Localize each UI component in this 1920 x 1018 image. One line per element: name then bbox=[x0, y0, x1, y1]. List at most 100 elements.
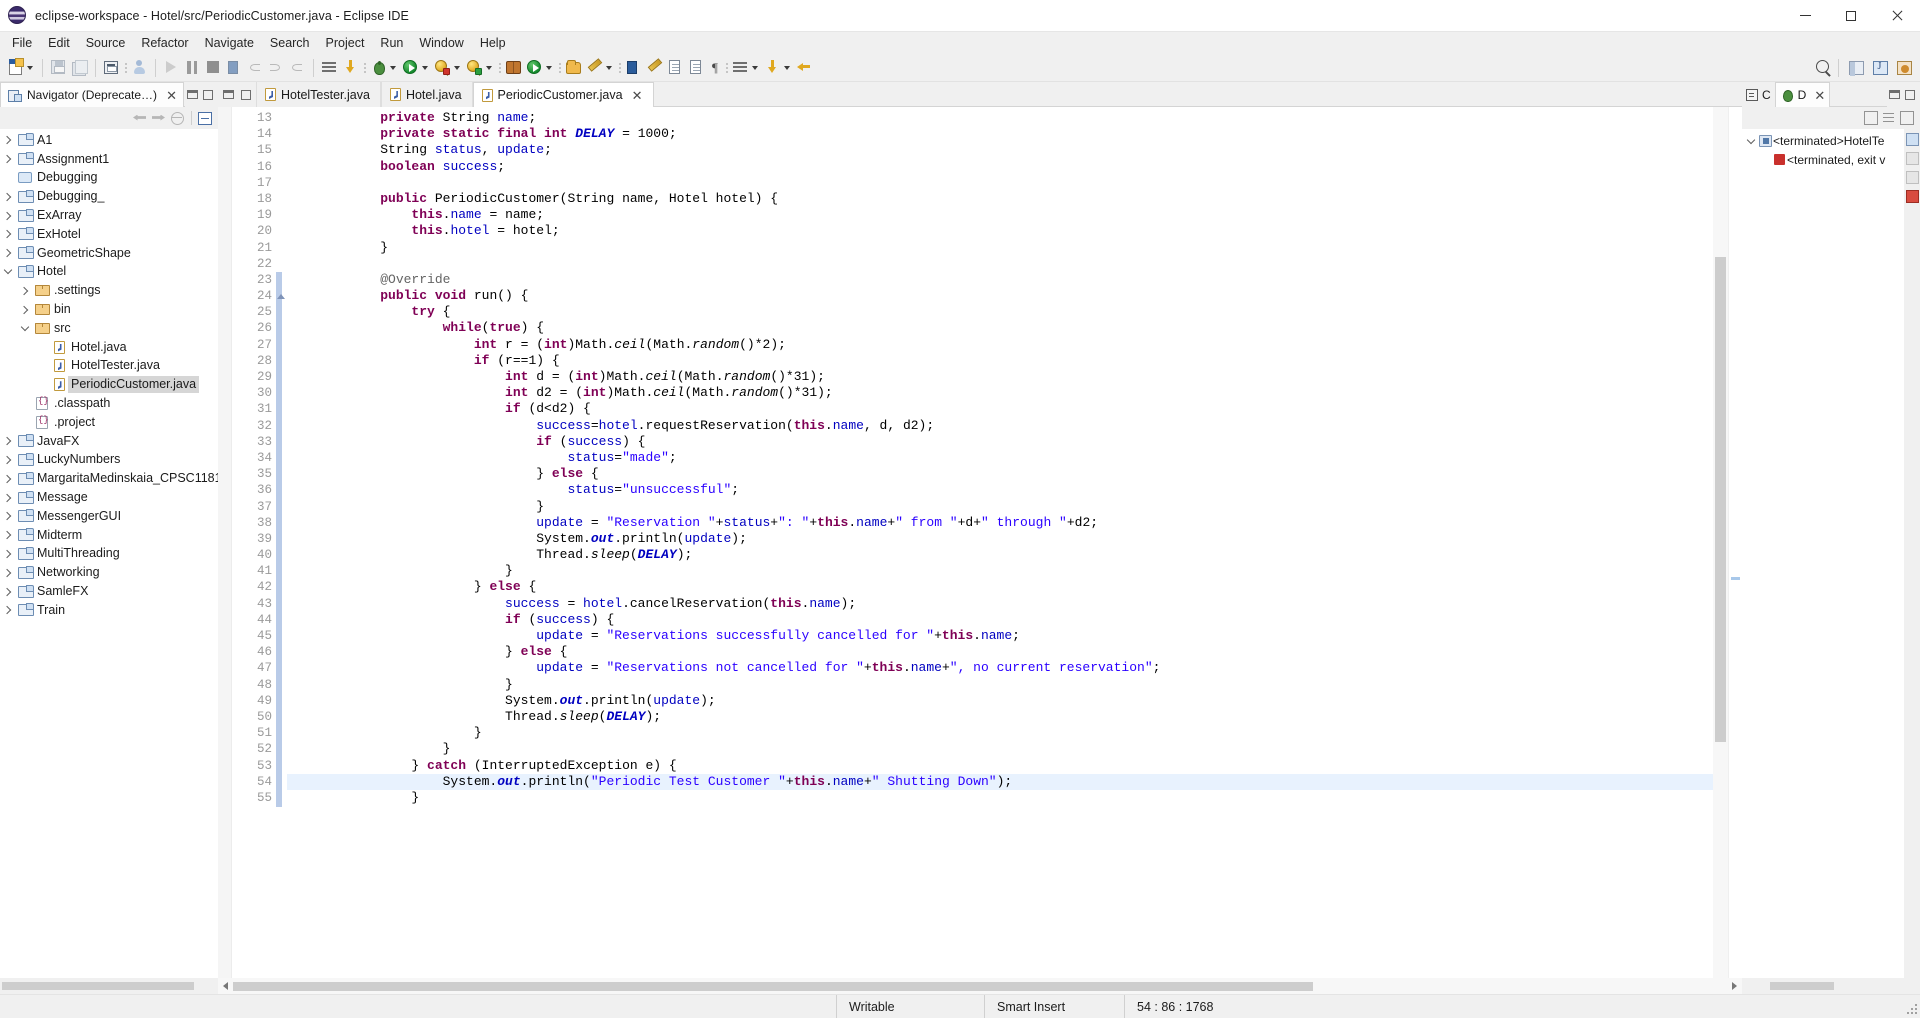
code-line[interactable]: public void run() { bbox=[287, 288, 1713, 304]
code-line[interactable]: int d2 = (int)Math.ceil(Math.random()*31… bbox=[287, 385, 1713, 401]
navigator-hscroll-thumb[interactable] bbox=[2, 982, 194, 990]
code-line[interactable]: } bbox=[287, 563, 1713, 579]
chevron-right-icon[interactable] bbox=[0, 568, 16, 577]
tree-item-luckynumbers[interactable]: LuckyNumbers bbox=[0, 451, 218, 470]
tree-item-classpath[interactable]: .classpath bbox=[0, 394, 218, 413]
run-button[interactable] bbox=[400, 56, 421, 80]
chevron-right-icon[interactable] bbox=[0, 154, 16, 164]
code-line[interactable] bbox=[287, 175, 1713, 191]
open-type-button[interactable] bbox=[503, 56, 524, 80]
tree-item-debugging[interactable]: Debugging bbox=[0, 169, 218, 188]
debug-perspective-button[interactable] bbox=[1892, 57, 1916, 79]
next-annotation-button[interactable] bbox=[665, 56, 686, 80]
code-line[interactable]: int d = (int)Math.ceil(Math.random()*31)… bbox=[287, 369, 1713, 385]
code-line[interactable]: Thread.sleep(DELAY); bbox=[287, 547, 1713, 563]
menu-run[interactable]: Run bbox=[372, 33, 411, 54]
undo-button[interactable] bbox=[245, 56, 266, 80]
tree-item-multithreading[interactable]: MultiThreading bbox=[0, 545, 218, 564]
save-button[interactable] bbox=[48, 56, 69, 80]
code-line[interactable]: if (r==1) { bbox=[287, 353, 1713, 369]
coverage-button[interactable] bbox=[432, 56, 453, 80]
chevron-right-icon[interactable] bbox=[0, 136, 16, 145]
chevron-right-icon[interactable] bbox=[0, 436, 16, 446]
code-line[interactable]: while(true) { bbox=[287, 320, 1713, 336]
hscroll-left-button[interactable] bbox=[218, 979, 233, 994]
resize-grip-icon[interactable] bbox=[1903, 1000, 1917, 1014]
chevron-right-icon[interactable] bbox=[0, 474, 16, 483]
debug-dropdown-caret-icon[interactable] bbox=[390, 65, 396, 70]
lastedit-dropdown-caret-icon[interactable] bbox=[752, 65, 758, 70]
tree-item-exarray[interactable]: ExArray bbox=[0, 206, 218, 225]
tree-item-train[interactable]: Train bbox=[0, 601, 218, 620]
profile-dropdown-caret-icon[interactable] bbox=[486, 65, 492, 70]
code-line[interactable]: } else { bbox=[287, 644, 1713, 660]
chevron-right-icon[interactable] bbox=[0, 606, 16, 615]
tree-item-periodiccustomer-java[interactable]: PeriodicCustomer.java bbox=[0, 375, 218, 394]
new-dropdown-caret-icon[interactable] bbox=[27, 65, 33, 70]
tree-item-margaritamedinskaia-cpsc1181[interactable]: MargaritaMedinskaia_CPSC1181_ bbox=[0, 469, 218, 488]
code-line[interactable]: } bbox=[287, 790, 1713, 806]
code-line[interactable]: success=hotel.requestReservation(this.na… bbox=[287, 418, 1713, 434]
tree-item-exhotel[interactable]: ExHotel bbox=[0, 225, 218, 244]
code-line[interactable]: } catch (InterruptedException e) { bbox=[287, 758, 1713, 774]
debug-maximize-button[interactable] bbox=[1903, 88, 1917, 102]
code-line[interactable]: } bbox=[287, 499, 1713, 515]
search-dropdown-caret-icon[interactable] bbox=[546, 65, 552, 70]
debug-collapse-icon[interactable] bbox=[1900, 111, 1914, 125]
code-line[interactable]: boolean success; bbox=[287, 159, 1713, 175]
debug-tree-row[interactable]: <terminated, exit v bbox=[1742, 151, 1904, 170]
code-line[interactable]: System.out.println("Periodic Test Custom… bbox=[287, 773, 1713, 790]
navigator-minimize-button[interactable] bbox=[185, 88, 199, 102]
new-java-class-button[interactable] bbox=[584, 56, 605, 80]
forward-nav-button[interactable] bbox=[794, 56, 815, 80]
quick-access-search-button[interactable] bbox=[1814, 56, 1833, 80]
previous-annotation-button[interactable] bbox=[686, 56, 707, 80]
print-button[interactable] bbox=[101, 56, 122, 80]
code-line[interactable]: System.out.println(update); bbox=[287, 531, 1713, 547]
menu-file[interactable]: File bbox=[4, 33, 40, 54]
navigator-maximize-button[interactable] bbox=[201, 88, 215, 102]
chevron-right-icon[interactable] bbox=[17, 286, 33, 296]
last-edit-location-button[interactable] bbox=[730, 56, 751, 80]
resume-button[interactable] bbox=[161, 56, 182, 80]
redo-button[interactable] bbox=[266, 56, 287, 80]
java-perspective-button[interactable] bbox=[1868, 57, 1892, 79]
navigator-tab-close-icon[interactable]: ✕ bbox=[166, 89, 177, 102]
source-code[interactable]: private String name; private static fina… bbox=[287, 107, 1713, 978]
editor-hscrollbar[interactable] bbox=[218, 978, 1742, 994]
new-document-button[interactable] bbox=[5, 56, 26, 80]
tree-item-project[interactable]: .project bbox=[0, 413, 218, 432]
code-line[interactable]: if (d<d2) { bbox=[287, 401, 1713, 417]
open-perspective-button[interactable] bbox=[1844, 57, 1868, 79]
code-line[interactable]: int r = (int)Math.ceil(Math.random()*2); bbox=[287, 337, 1713, 353]
chevron-down-icon[interactable] bbox=[0, 266, 16, 275]
editor-vscroll-thumb[interactable] bbox=[1715, 257, 1726, 742]
chevron-down-icon[interactable] bbox=[1744, 135, 1757, 144]
hscroll-right-button[interactable] bbox=[1727, 979, 1742, 994]
project-tree[interactable]: A1 Assignment1 Debugging Debugging_ ExArray E… bbox=[0, 129, 218, 978]
debug-button[interactable] bbox=[368, 56, 389, 80]
code-line[interactable]: System.out.println(update); bbox=[287, 693, 1713, 709]
close-button[interactable] bbox=[1874, 0, 1920, 32]
tree-item-src[interactable]: src bbox=[0, 319, 218, 338]
tree-item-hotel[interactable]: Hotel bbox=[0, 263, 218, 282]
suspend-button[interactable] bbox=[182, 56, 203, 80]
tree-item-networking[interactable]: Networking bbox=[0, 563, 218, 582]
chevron-right-icon[interactable] bbox=[0, 192, 16, 202]
tab-console[interactable]: C bbox=[1742, 82, 1775, 107]
tree-item-hotel-java[interactable]: Hotel.java bbox=[0, 338, 218, 357]
external-tools-button[interactable] bbox=[623, 56, 644, 80]
chevron-right-icon[interactable] bbox=[0, 512, 16, 521]
maximize-button[interactable] bbox=[1828, 0, 1874, 32]
tree-item-javafx[interactable]: JavaFX bbox=[0, 432, 218, 451]
tree-item-geometricshape[interactable]: GeometricShape bbox=[0, 244, 218, 263]
chevron-right-icon[interactable] bbox=[0, 211, 16, 220]
editor-tab-hoteltester-java[interactable]: HotelTester.java bbox=[256, 82, 381, 107]
code-line[interactable]: @Override bbox=[287, 272, 1713, 288]
coverage-dropdown-caret-icon[interactable] bbox=[454, 65, 460, 70]
code-line[interactable]: String status, update; bbox=[287, 142, 1713, 158]
folding-ruler[interactable] bbox=[276, 107, 287, 978]
tree-item-a1[interactable]: A1 bbox=[0, 131, 218, 150]
menu-project[interactable]: Project bbox=[318, 33, 373, 54]
code-line[interactable] bbox=[287, 256, 1713, 272]
